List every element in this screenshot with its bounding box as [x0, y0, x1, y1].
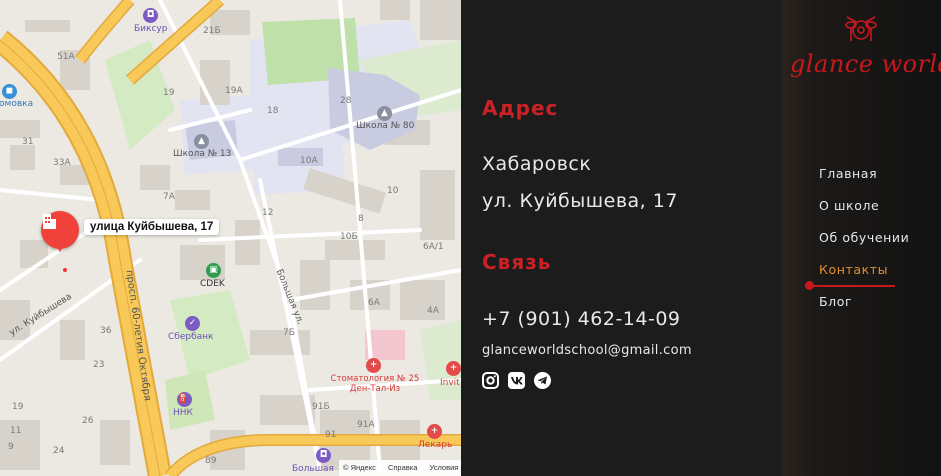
house-number: 4A — [427, 306, 439, 316]
bank-icon: ✓ — [185, 316, 200, 331]
location-pin[interactable] — [41, 211, 79, 252]
poi-label[interactable]: ННК — [173, 408, 193, 418]
house-number: 26 — [82, 416, 94, 426]
poi-label[interactable]: Большая — [292, 464, 334, 474]
delivery-icon: ▣ — [206, 263, 221, 278]
house-number: 33A — [53, 158, 71, 168]
house-number: 7Б — [283, 328, 295, 338]
nav-item-contacts[interactable]: Контакты — [819, 262, 888, 277]
poi-label[interactable]: Стоматология № 25 Ден-Тал-Из — [330, 374, 420, 394]
drum-kit-icon — [845, 16, 877, 41]
logo-text: glance world — [790, 50, 941, 78]
active-indicator-dot — [805, 281, 814, 290]
house-number: 19A — [225, 86, 243, 96]
house-number: 21Б — [203, 26, 221, 36]
house-number: 36 — [100, 326, 112, 336]
house-number: 28 — [340, 96, 352, 106]
school-icon: ▲ — [377, 106, 392, 121]
house-number: 10Б — [340, 232, 358, 242]
shopping-bag-icon: ◘ — [143, 8, 158, 23]
email-link[interactable]: glanceworldschool@gmail.com — [482, 343, 692, 358]
house-number: 19 — [12, 402, 24, 412]
house-number: 89 — [205, 456, 217, 466]
house-number: 51A — [57, 52, 75, 62]
phone-link[interactable]: +7 (901) 462-14-09 — [482, 308, 681, 330]
pharmacy-icon: + — [427, 424, 442, 439]
house-number: 6A/1 — [423, 242, 444, 252]
building-icon — [43, 214, 56, 229]
store-icon: ◼ — [2, 84, 17, 99]
house-number: 10 — [387, 186, 399, 196]
logo[interactable]: glance world — [781, 8, 941, 88]
map-attribution[interactable]: © Яндекс Справка Условия и — [339, 460, 461, 476]
terms-link[interactable]: Условия и — [429, 463, 461, 472]
help-link[interactable]: Справка — [388, 463, 417, 472]
house-number: 19 — [163, 88, 175, 98]
poi-label[interactable]: CDEK — [200, 279, 225, 289]
house-number: 91Б — [312, 402, 330, 412]
house-number: 24 — [53, 446, 65, 456]
nav-item-home[interactable]: Главная — [819, 166, 877, 181]
house-number: 91A — [357, 420, 375, 430]
tooth-icon: + — [366, 358, 381, 373]
house-number: 18 — [267, 106, 279, 116]
school-icon: ▲ — [194, 134, 209, 149]
house-number: 23 — [93, 360, 105, 370]
pin-address-label[interactable]: улица Куйбышева, 17 — [84, 219, 220, 235]
house-number: 8 — [358, 214, 364, 224]
copyright-link[interactable]: © Яндекс — [343, 463, 376, 472]
store-icon: ◘ — [316, 448, 331, 463]
poi-label[interactable]: Лекарь — [418, 440, 452, 450]
connection-heading: Связь — [482, 250, 552, 274]
telegram-icon[interactable] — [534, 372, 551, 389]
house-number: 12 — [262, 208, 274, 218]
street-text: ул. Куйбышева, 17 — [482, 190, 678, 212]
map[interactable]: 51A 21Б 19 19A 18 28 31 33A 7A 10 12 10Б… — [0, 0, 461, 476]
house-number: 9 — [8, 442, 14, 452]
house-number: 10A — [300, 156, 318, 166]
fuel-icon: ⛽ — [177, 392, 192, 407]
city-text: Хабаровск — [482, 153, 592, 175]
house-number: 11 — [10, 426, 22, 436]
vk-icon[interactable] — [508, 372, 525, 389]
nav-item-education[interactable]: Об обучении — [819, 230, 909, 245]
house-number: 6A — [368, 298, 380, 308]
instagram-icon[interactable] — [482, 372, 499, 389]
poi-label[interactable]: Школа № 80 — [356, 121, 414, 131]
poi-label[interactable]: Сбербанк — [168, 332, 213, 342]
poi-label[interactable]: Биксур — [134, 24, 167, 34]
nav-item-about[interactable]: О школе — [819, 198, 879, 213]
sidebar: glance world Главная О школе Об обучении… — [781, 0, 941, 476]
poi-label[interactable]: Домовка — [0, 99, 33, 109]
pharmacy-icon: + — [446, 361, 461, 376]
house-number: 31 — [22, 137, 34, 147]
house-number: 7A — [163, 192, 175, 202]
contact-panel: Адрес Хабаровск ул. Куйбышева, 17 Связь … — [461, 0, 781, 476]
house-number: 91 — [325, 430, 337, 440]
poi-label[interactable]: Школа № 13 — [173, 149, 231, 159]
poi-label[interactable]: Invit — [440, 378, 460, 388]
nav-item-blog[interactable]: Блог — [819, 294, 852, 309]
active-indicator-line — [809, 285, 895, 287]
poi-label-text: Стоматология № 25 Ден-Тал-Из — [330, 374, 420, 394]
address-heading: Адрес — [482, 96, 559, 120]
